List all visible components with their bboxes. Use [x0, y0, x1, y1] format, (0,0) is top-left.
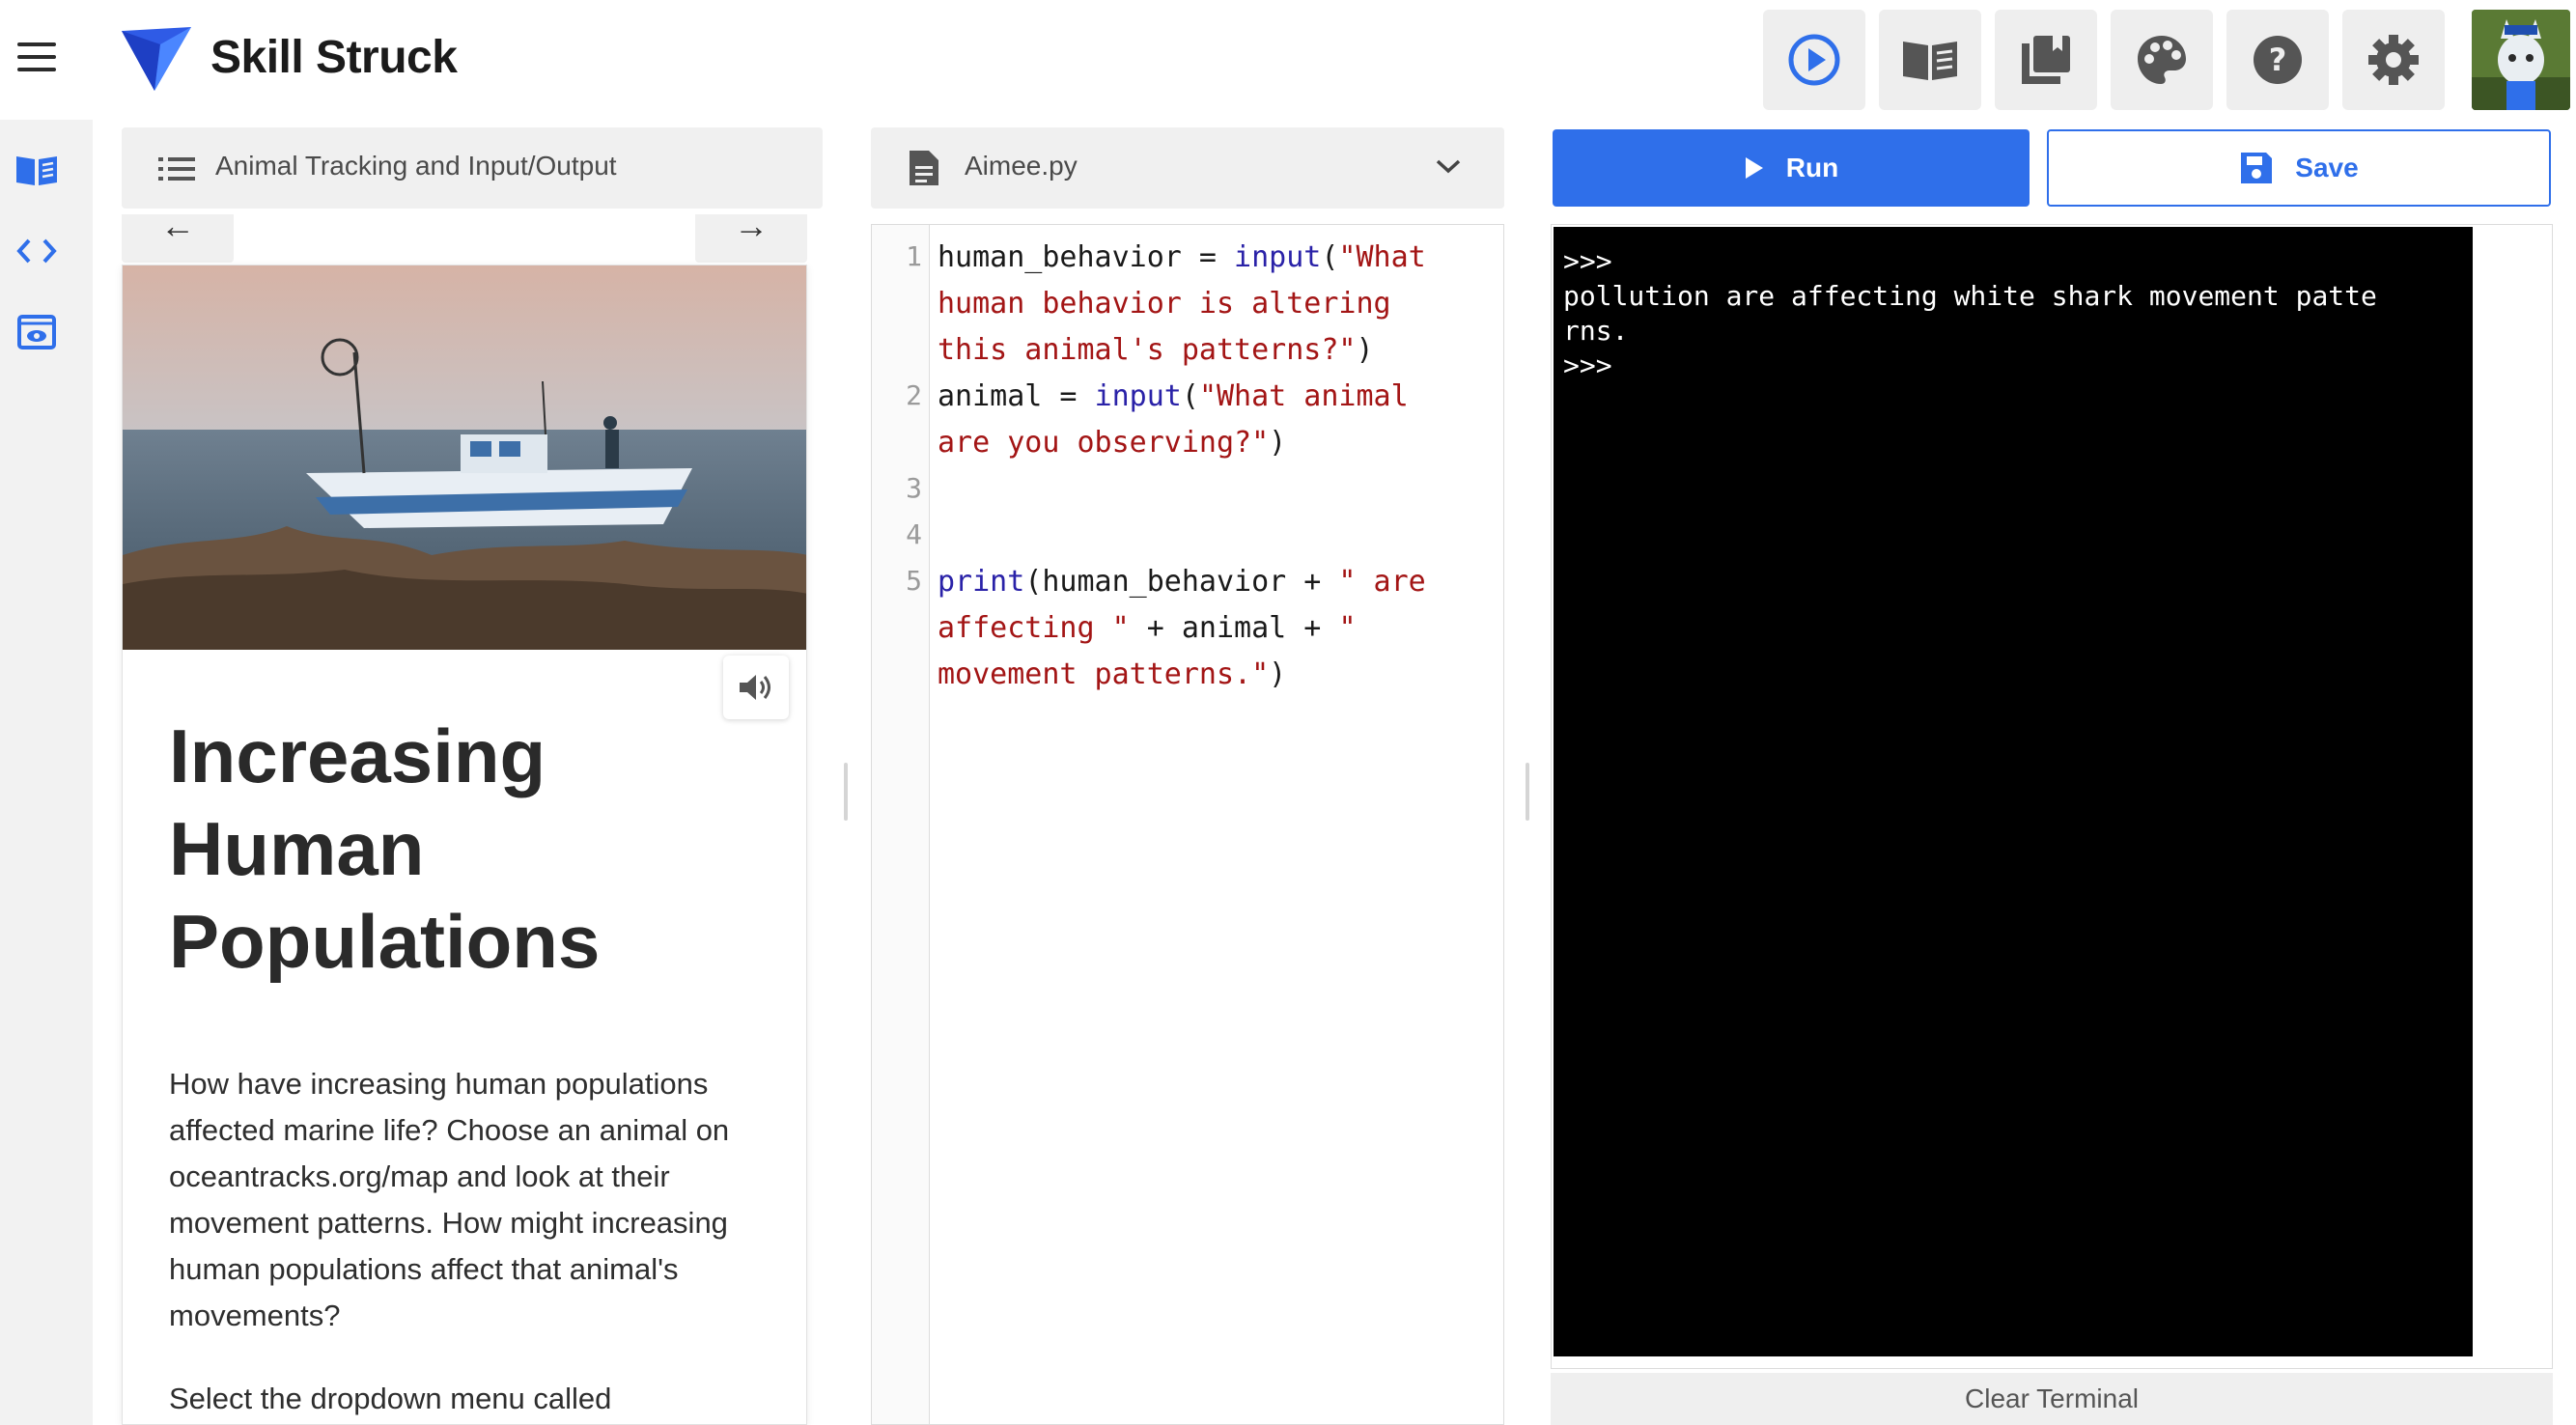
clear-terminal-button[interactable]: Clear Terminal	[1551, 1373, 2553, 1425]
lesson-card: Increasing Human Populations How have in…	[122, 265, 807, 1425]
save-label: Save	[2295, 153, 2359, 182]
line-number: 2	[906, 379, 922, 411]
palette-icon	[2138, 36, 2186, 84]
prev-page-button[interactable]: ←	[122, 209, 234, 263]
rail-preview-button[interactable]	[14, 309, 60, 355]
bookmarks-icon	[2022, 36, 2070, 84]
preview-icon	[17, 315, 56, 349]
settings-button[interactable]	[2342, 10, 2445, 110]
library-button[interactable]	[1995, 10, 2097, 110]
run-preview-button[interactable]	[1763, 10, 1865, 110]
app-root: Skill Struck ? Animal Tracking and Input…	[0, 0, 2576, 1425]
fishing-boat-image	[123, 265, 806, 650]
chevron-down-icon	[1436, 159, 1461, 174]
rail-code-button[interactable]	[14, 228, 60, 274]
line-number: 4	[906, 518, 922, 550]
left-rail	[0, 120, 93, 1425]
line-number: 5	[906, 565, 922, 597]
code-brackets-icon	[16, 238, 57, 264]
code-line-1[interactable]: human_behavior = input("What human behav…	[938, 235, 1426, 374]
document-icon	[910, 151, 938, 185]
line-number: 3	[906, 472, 922, 504]
menu-icon[interactable]	[17, 42, 56, 75]
theme-button[interactable]	[2111, 10, 2213, 110]
user-avatar[interactable]	[2472, 10, 2570, 110]
run-button[interactable]: Run	[1553, 129, 2030, 207]
lesson-body-continued: Select the dropdown menu called	[169, 1382, 612, 1415]
gear-icon	[2368, 35, 2419, 85]
book-open-icon	[1903, 42, 1957, 80]
lesson-image	[123, 265, 806, 650]
play-circle-icon	[1788, 34, 1840, 86]
speaker-icon	[740, 675, 770, 700]
next-page-button[interactable]: →	[695, 209, 807, 263]
lesson-editor-splitter[interactable]	[844, 763, 848, 821]
file-selector[interactable]: Aimee.py	[871, 127, 1504, 209]
code-line-5[interactable]: print(human_behavior + " are affecting "…	[938, 559, 1426, 698]
rail-lesson-button[interactable]	[14, 147, 60, 193]
play-icon	[1745, 157, 1763, 179]
terminal-panel: >>> pollution are affecting white shark …	[1551, 224, 2553, 1369]
editor-terminal-splitter[interactable]	[1526, 763, 1529, 821]
save-icon	[2241, 153, 2273, 183]
lessons-button[interactable]	[1879, 10, 1981, 110]
code-editor[interactable]: 1 2 3 4 5 human_behavior = input("What h…	[871, 224, 1504, 1425]
run-label: Run	[1785, 153, 1839, 182]
brand-name: Skill Struck	[210, 32, 458, 83]
code-line-2[interactable]: animal = input("What animal are you obse…	[938, 374, 1409, 466]
list-icon	[158, 157, 195, 181]
lesson-title: Animal Tracking and Input/Output	[215, 151, 617, 181]
skill-struck-logo-icon	[122, 27, 191, 91]
top-bar: Skill Struck ?	[0, 0, 2576, 120]
lesson-body: How have increasing human populations af…	[169, 1067, 730, 1332]
save-button[interactable]: Save	[2047, 129, 2551, 207]
lesson-book-icon	[16, 156, 57, 185]
lesson-heading: Increasing Human Populations	[169, 713, 601, 984]
svg-text:?: ?	[2269, 42, 2287, 78]
help-icon: ?	[2254, 36, 2302, 84]
help-button[interactable]: ?	[2226, 10, 2329, 110]
avatar-icon	[2472, 10, 2570, 110]
file-name: Aimee.py	[965, 151, 1078, 181]
lesson-header[interactable]: Animal Tracking and Input/Output	[122, 127, 823, 209]
line-number: 1	[906, 240, 922, 272]
terminal-output[interactable]: >>> pollution are affecting white shark …	[1554, 227, 2473, 1356]
line-gutter: 1 2 3 4 5	[872, 225, 930, 1424]
